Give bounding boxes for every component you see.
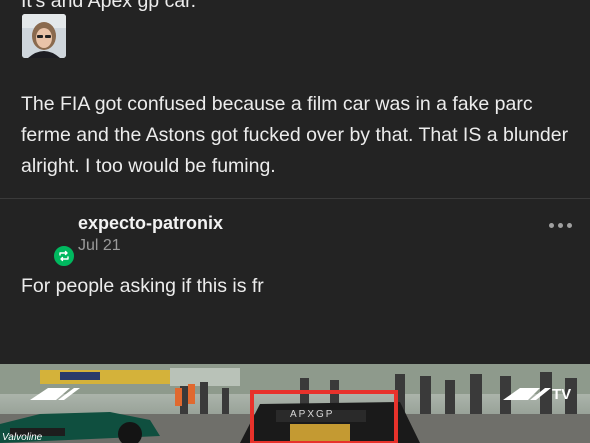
svg-text:APXGP: APXGP xyxy=(290,409,334,420)
svg-text:Valvoline: Valvoline xyxy=(2,432,43,443)
race-photo: TV APXGP Valvoline xyxy=(0,364,590,443)
avatar[interactable] xyxy=(22,14,66,58)
svg-text:TV: TV xyxy=(552,386,571,403)
post-body: It's and Apex gp car. The FIA got confus… xyxy=(0,0,590,198)
avatar-image xyxy=(22,14,66,58)
more-options-icon[interactable] xyxy=(545,215,575,235)
post-image[interactable]: TV APXGP Valvoline xyxy=(0,364,590,443)
reblog-date[interactable]: Jul 21 xyxy=(78,237,121,255)
previous-text-line: It's and Apex gp car. xyxy=(21,0,197,12)
reblog-icon xyxy=(52,244,76,268)
post-paragraph: The FIA got confused because a film car … xyxy=(21,93,569,177)
reblog-username[interactable]: expecto-patronix xyxy=(78,213,223,234)
reblog-comment: For people asking if this is fr xyxy=(21,275,264,297)
